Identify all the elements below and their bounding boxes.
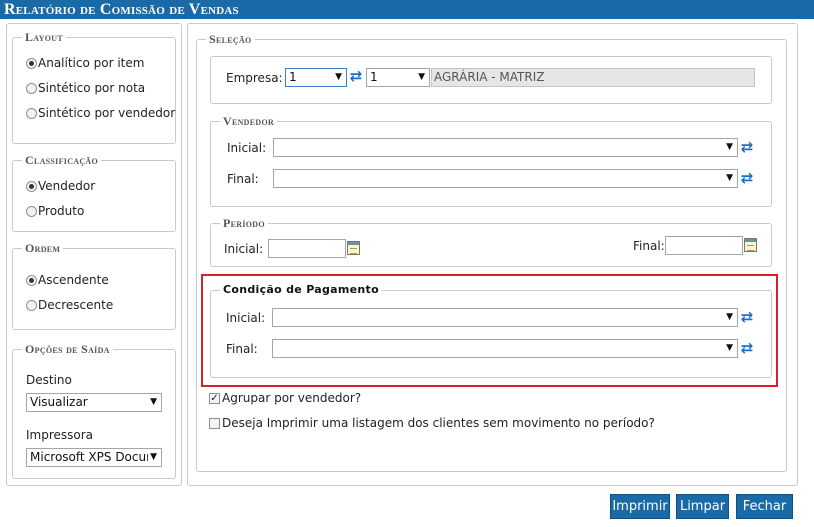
vendedor-final-select[interactable]: ▼ [273, 169, 738, 188]
classificacao-legend: Classificação [22, 153, 102, 167]
radio-icon[interactable] [26, 107, 37, 119]
periodo-legend: Período [220, 216, 268, 230]
limpar-button[interactable]: Limpar [676, 494, 729, 519]
vendedor-legend: Vendedor [220, 114, 278, 128]
listagem-checkbox[interactable]: Deseja Imprimir uma listagem dos cliente… [209, 416, 655, 430]
periodo-inicial-label: Inicial: [224, 242, 264, 256]
dropdown-arrow-icon[interactable]: ▼ [150, 394, 157, 411]
radio-icon[interactable] [26, 57, 37, 69]
checkbox-checked-icon[interactable]: ✓ [209, 392, 220, 404]
agrupar-checkbox[interactable]: ✓ Agrupar por vendedor? [209, 391, 361, 405]
ordem-legend: Ordem [22, 241, 64, 255]
dropdown-arrow-icon[interactable]: ▼ [335, 69, 342, 86]
periodo-final-label: Final: [633, 239, 665, 253]
refresh-icon[interactable]: ⇄ [740, 340, 754, 356]
dropdown-arrow-icon[interactable]: ▼ [418, 69, 425, 86]
refresh-icon[interactable]: ⇄ [349, 68, 363, 84]
classificacao-fieldset: Classificação [12, 153, 176, 232]
radio-icon[interactable] [26, 299, 37, 311]
vendedor-inicial-select[interactable]: ▼ [273, 138, 738, 157]
layout-option-analitico[interactable]: Analítico por item [26, 56, 144, 70]
refresh-icon[interactable]: ⇄ [740, 170, 754, 186]
pagamento-final-label: Final: [226, 342, 258, 356]
dropdown-arrow-icon[interactable]: ▼ [148, 449, 157, 466]
pagamento-legend: Condição de Pagamento [220, 283, 382, 297]
destino-label: Destino [26, 373, 72, 387]
refresh-icon[interactable]: ⇄ [740, 309, 754, 325]
ordem-option-ascendente[interactable]: Ascendente [26, 273, 109, 287]
refresh-icon[interactable]: ⇄ [740, 139, 754, 155]
empresa-code-select[interactable]: 1 ▼ [366, 68, 430, 87]
radio-icon[interactable] [26, 205, 37, 217]
vendedor-inicial-label: Inicial: [227, 141, 267, 155]
classificacao-option-vendedor[interactable]: Vendedor [26, 179, 95, 193]
dropdown-arrow-icon[interactable]: ▼ [726, 139, 733, 156]
dropdown-arrow-icon[interactable]: ▼ [726, 170, 733, 187]
radio-icon[interactable] [26, 82, 37, 94]
pagamento-fieldset: Condição de Pagamento [210, 283, 772, 378]
empresa-select[interactable]: 1 ▼ [285, 68, 347, 87]
radio-icon[interactable] [26, 180, 37, 192]
layout-legend: Layout [22, 30, 66, 44]
pagamento-inicial-select[interactable]: ▼ [272, 308, 738, 327]
checkbox-icon[interactable] [209, 417, 220, 429]
calendar-icon[interactable] [744, 238, 757, 252]
pagamento-inicial-label: Inicial: [226, 311, 266, 325]
fechar-button[interactable]: Fechar [736, 494, 793, 519]
impressora-label: Impressora [26, 428, 94, 442]
ordem-fieldset: Ordem [12, 241, 176, 330]
layout-option-sintetico-vendedor[interactable]: Sintético por vendedor [26, 106, 175, 120]
empresa-label: Empresa: [226, 71, 283, 85]
radio-icon[interactable] [26, 274, 37, 286]
impressora-select[interactable]: Microsoft XPS Docum ▼ [26, 448, 162, 467]
selecao-legend: Seleção [206, 32, 255, 46]
periodo-inicial-input[interactable] [268, 239, 346, 258]
window-title: Relatório de Comissão de Vendas [0, 0, 814, 19]
pagamento-final-select[interactable]: ▼ [272, 339, 738, 358]
destino-select[interactable]: Visualizar ▼ [26, 393, 162, 412]
imprimir-button[interactable]: Imprimir [610, 494, 670, 519]
dropdown-arrow-icon[interactable]: ▼ [726, 309, 733, 326]
periodo-final-input[interactable] [665, 236, 743, 255]
dropdown-arrow-icon[interactable]: ▼ [726, 340, 733, 357]
classificacao-option-produto[interactable]: Produto [26, 204, 84, 218]
calendar-icon[interactable] [347, 241, 360, 255]
vendedor-final-label: Final: [227, 172, 259, 186]
vendedor-fieldset: Vendedor [210, 114, 772, 207]
ordem-option-decrescente[interactable]: Decrescente [26, 298, 113, 312]
saida-legend: Opções de Saída [22, 342, 113, 356]
empresa-name-field: AGRÁRIA - MATRIZ [431, 68, 755, 87]
layout-option-sintetico-nota[interactable]: Sintético por nota [26, 81, 145, 95]
